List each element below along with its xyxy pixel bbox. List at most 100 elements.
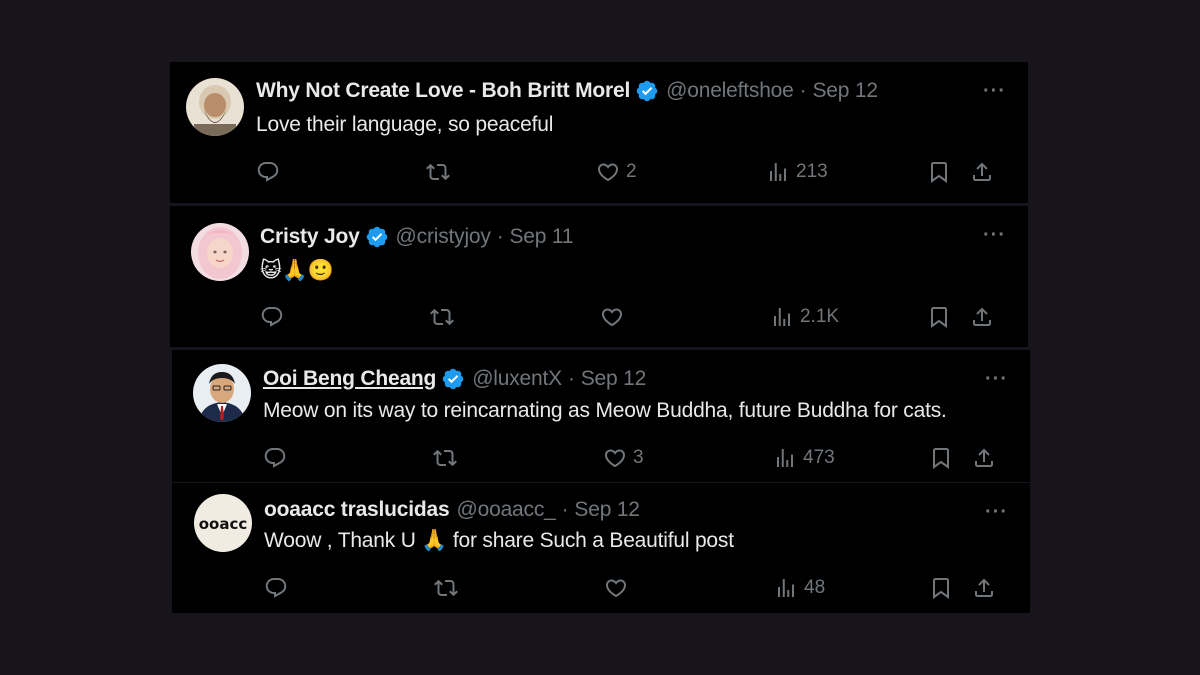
like-button[interactable] — [604, 576, 634, 600]
display-name[interactable]: ooaacc traslucidas — [264, 498, 450, 522]
user-handle[interactable]: @cristyjoy — [396, 225, 491, 249]
share-icon — [970, 160, 994, 184]
separator: · — [561, 498, 569, 521]
tweet-header: ooaacc traslucidas @ooaacc_ · Sep 12 — [264, 498, 640, 522]
views-icon — [766, 160, 790, 184]
timestamp[interactable]: Sep 11 — [510, 225, 574, 249]
more-icon[interactable]: ··· — [983, 81, 1006, 101]
verified-badge-icon — [635, 79, 659, 103]
reply-tweet[interactable]: Why Not Create Love - Boh Britt Morel @o… — [170, 62, 1028, 203]
like-icon — [596, 160, 620, 184]
display-name[interactable]: Ooi Beng Cheang — [263, 367, 436, 391]
bookmark-icon — [929, 576, 953, 600]
retweet-button[interactable] — [433, 446, 457, 470]
tweet-text: Woow , Thank U 🙏 for share Such a Beauti… — [264, 529, 734, 552]
retweet-button[interactable] — [426, 160, 450, 184]
bookmark-icon — [927, 305, 951, 329]
more-icon[interactable]: ··· — [985, 502, 1008, 522]
reply-button[interactable] — [256, 160, 280, 184]
separator: · — [567, 367, 575, 390]
avatar[interactable]: ooacc — [194, 494, 252, 552]
tweet-header: Cristy Joy @cristyjoy · Sep 11 — [260, 225, 574, 249]
like-button[interactable]: 2 — [596, 160, 637, 184]
view-count: 2.1K — [800, 306, 840, 327]
retweet-button[interactable] — [434, 576, 458, 600]
retweet-button[interactable] — [430, 305, 454, 329]
views-button[interactable]: 48 — [774, 576, 825, 600]
separator: · — [496, 225, 504, 248]
view-count: 473 — [803, 447, 835, 468]
more-icon[interactable]: ··· — [985, 369, 1008, 389]
avatar[interactable] — [193, 364, 251, 422]
tweet-header: Why Not Create Love - Boh Britt Morel @o… — [256, 79, 878, 103]
retweet-icon — [434, 576, 458, 600]
reply-tweet[interactable]: ooacc ooaacc traslucidas @ooaacc_ · Sep … — [172, 483, 1030, 613]
share-button[interactable] — [972, 576, 996, 600]
share-icon — [972, 576, 996, 600]
reply-icon — [264, 576, 288, 600]
action-bar: 2 213 — [256, 160, 1008, 184]
share-icon — [972, 446, 996, 470]
reply-button[interactable] — [263, 446, 287, 470]
user-handle[interactable]: @oneleftshoe — [666, 79, 794, 103]
user-handle[interactable]: @luxentX — [472, 367, 562, 391]
retweet-icon — [426, 160, 450, 184]
like-count: 2 — [626, 161, 637, 182]
bookmark-icon — [929, 446, 953, 470]
reply-icon — [256, 160, 280, 184]
views-icon — [774, 576, 798, 600]
views-icon — [773, 446, 797, 470]
share-icon — [970, 305, 994, 329]
views-button[interactable]: 473 — [773, 446, 835, 470]
timestamp[interactable]: Sep 12 — [574, 498, 640, 522]
views-button[interactable]: 2.1K — [770, 305, 839, 329]
timestamp[interactable]: Sep 12 — [581, 367, 647, 391]
display-name[interactable]: Cristy Joy — [260, 225, 360, 249]
avatar[interactable] — [186, 78, 244, 136]
avatar-image: ooacc — [194, 494, 252, 552]
avatar-image — [191, 223, 249, 281]
bookmark-button[interactable] — [929, 576, 953, 600]
retweet-icon — [433, 446, 457, 470]
reply-tweet[interactable]: Cristy Joy @cristyjoy · Sep 11 ··· 😺🙏🙂 2… — [170, 206, 1028, 347]
like-button[interactable] — [600, 305, 630, 329]
views-icon — [770, 305, 794, 329]
tweet-text: Love their language, so peaceful — [256, 113, 554, 136]
bookmark-button[interactable] — [927, 160, 951, 184]
reply-tweet[interactable]: Ooi Beng Cheang @luxentX · Sep 12 ··· Me… — [172, 350, 1030, 482]
like-icon — [604, 576, 628, 600]
user-handle[interactable]: @ooaacc_ — [457, 498, 556, 522]
like-button[interactable]: 3 — [603, 446, 644, 470]
views-button[interactable]: 213 — [766, 160, 828, 184]
display-name[interactable]: Why Not Create Love - Boh Britt Morel — [256, 79, 630, 103]
reply-button[interactable] — [264, 576, 288, 600]
avatar-image — [186, 78, 244, 136]
tweet-text: 😺🙏🙂 — [260, 259, 334, 282]
tweet-header: Ooi Beng Cheang @luxentX · Sep 12 — [263, 367, 646, 391]
bookmark-button[interactable] — [927, 305, 951, 329]
action-bar: 2.1K — [260, 305, 1008, 329]
like-count: 3 — [633, 447, 644, 468]
separator: · — [799, 79, 807, 102]
like-icon — [600, 305, 624, 329]
timestamp[interactable]: Sep 12 — [812, 79, 878, 103]
reply-button[interactable] — [260, 305, 284, 329]
retweet-icon — [430, 305, 454, 329]
action-bar: 3 473 — [263, 446, 1010, 470]
avatar[interactable] — [191, 223, 249, 281]
like-icon — [603, 446, 627, 470]
share-button[interactable] — [970, 305, 994, 329]
share-button[interactable] — [972, 446, 996, 470]
avatar-image — [193, 364, 251, 422]
view-count: 213 — [796, 161, 828, 182]
verified-badge-icon — [365, 225, 389, 249]
share-button[interactable] — [970, 160, 994, 184]
bookmark-button[interactable] — [929, 446, 953, 470]
view-count: 48 — [804, 577, 826, 598]
tweet-text: Meow on its way to reincarnating as Meow… — [263, 399, 947, 422]
reply-icon — [260, 305, 284, 329]
more-icon[interactable]: ··· — [983, 225, 1006, 245]
bookmark-icon — [927, 160, 951, 184]
svg-text:ooacc: ooacc — [199, 515, 248, 533]
reply-icon — [263, 446, 287, 470]
